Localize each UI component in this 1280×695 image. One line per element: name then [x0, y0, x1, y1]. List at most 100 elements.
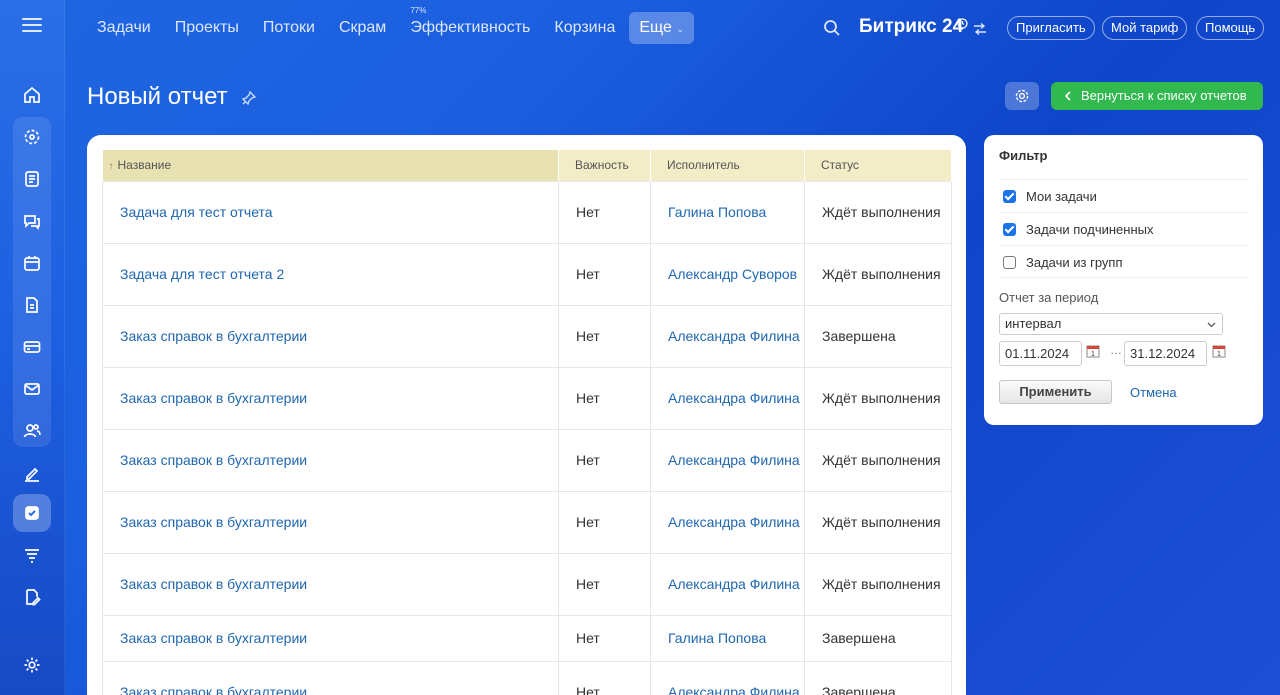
subordinates-checkbox[interactable] [1003, 223, 1016, 236]
assignee-link[interactable]: Галина Попова [650, 180, 805, 244]
filter-option-my-tasks[interactable]: Мои задачи [999, 179, 1248, 212]
tariff-button[interactable]: Мой тариф [1102, 16, 1188, 40]
filter-icon[interactable] [13, 536, 51, 574]
groups-label: Задачи из групп [1026, 255, 1123, 270]
task-name-link[interactable]: Заказ справок в бухгалтерии [102, 614, 559, 662]
home-icon[interactable] [13, 76, 51, 114]
crm-icon[interactable] [13, 118, 51, 156]
help-button[interactable]: Помощь [1196, 16, 1265, 40]
chevron-left-icon [1064, 91, 1071, 101]
switch-icon[interactable] [973, 22, 987, 36]
svg-text:1: 1 [1091, 351, 1095, 358]
tab-more[interactable]: Еще ⌄ [629, 12, 694, 44]
importance-cell: Нет [558, 614, 651, 662]
status-cell: Завершена [804, 660, 952, 695]
tab-tasks[interactable]: Задачи [85, 12, 163, 44]
status-cell: Ждёт выполнения [804, 490, 952, 554]
tab-scrum[interactable]: Скрам [327, 12, 398, 44]
table-row: Заказ справок в бухгалтерии Нет Александ… [102, 428, 952, 492]
date-from-input[interactable]: 01.11.2024 [999, 341, 1082, 366]
status-cell: Ждёт выполнения [804, 180, 952, 244]
settings-icon[interactable] [13, 646, 51, 684]
my-tasks-label: Мои задачи [1026, 189, 1097, 204]
feed-icon[interactable] [13, 160, 51, 198]
importance-cell: Нет [558, 490, 651, 554]
importance-cell: Нет [558, 242, 651, 306]
period-select[interactable]: интервал [999, 313, 1223, 335]
calendar-icon[interactable]: 1 [1086, 344, 1100, 358]
table-row: Заказ справок в бухгалтерии Нет Александ… [102, 366, 952, 430]
clock-icon [957, 18, 968, 29]
column-header-assignee[interactable]: Исполнитель [650, 150, 805, 181]
tab-efficiency[interactable]: 77% Эффективность [398, 6, 542, 44]
chat-icon[interactable] [13, 202, 51, 240]
filter-option-subordinates[interactable]: Задачи подчиненных [999, 212, 1248, 245]
task-name-link[interactable]: Заказ справок в бухгалтерии [102, 552, 559, 616]
assignee-link[interactable]: Александра Филина [650, 366, 805, 430]
nav-tabs: Задачи Проекты Потоки Скрам 77% Эффектив… [85, 6, 694, 44]
cancel-link[interactable]: Отмена [1130, 385, 1177, 400]
filter-option-groups[interactable]: Задачи из групп [999, 245, 1248, 278]
brand-logo[interactable]: Битрикс 24 [859, 16, 963, 38]
column-header-name[interactable]: ↑ Название [102, 150, 559, 181]
table-row: Задача для тест отчета 2 Нет Александр С… [102, 242, 952, 306]
card-icon[interactable] [13, 328, 51, 366]
column-header-importance[interactable]: Важность [558, 150, 651, 181]
date-to-input[interactable]: 31.12.2024 [1124, 341, 1207, 366]
table-row: Заказ справок в бухгалтерии Нет Александ… [102, 490, 952, 554]
back-to-reports-button[interactable]: Вернуться к списку отчетов [1051, 82, 1263, 110]
assignee-link[interactable]: Александра Филина [650, 660, 805, 695]
period-label: Отчет за период [999, 290, 1099, 305]
tab-flows[interactable]: Потоки [251, 12, 327, 44]
filter-panel: Фильтр Мои задачи Задачи подчиненных Зад… [984, 135, 1263, 425]
hamburger-menu-icon[interactable] [22, 18, 42, 38]
tab-more-label: Еще [639, 19, 672, 36]
sort-arrow-icon: ↑ [108, 161, 114, 173]
importance-cell: Нет [558, 366, 651, 430]
date-range-separator: … [1110, 343, 1122, 357]
task-name-link[interactable]: Задача для тест отчета 2 [102, 242, 559, 306]
assignee-link[interactable]: Александра Филина [650, 304, 805, 368]
assignee-link[interactable]: Галина Попова [650, 614, 805, 662]
table-row: Заказ справок в бухгалтерии Нет Александ… [102, 304, 952, 368]
task-name-link[interactable]: Заказ справок в бухгалтерии [102, 660, 559, 695]
task-name-link[interactable]: Задача для тест отчета [102, 180, 559, 244]
task-name-link[interactable]: Заказ справок в бухгалтерии [102, 490, 559, 554]
tab-projects[interactable]: Проекты [163, 12, 251, 44]
sign-icon[interactable] [13, 454, 51, 492]
edit-doc-icon[interactable] [13, 578, 51, 616]
employees-icon[interactable] [13, 412, 51, 450]
efficiency-badge: 77% [410, 6, 427, 15]
status-cell: Ждёт выполнения [804, 428, 952, 492]
settings-button[interactable] [1005, 82, 1039, 110]
task-name-link[interactable]: Заказ справок в бухгалтерии [102, 304, 559, 368]
status-cell: Завершена [804, 614, 952, 662]
svg-text:1: 1 [1217, 351, 1221, 358]
search-icon[interactable] [823, 19, 841, 37]
calendar-icon[interactable]: 1 [1212, 344, 1226, 358]
table-row: Заказ справок в бухгалтерии Нет Александ… [102, 660, 952, 695]
groups-checkbox[interactable] [1003, 256, 1016, 269]
column-header-status[interactable]: Статус [804, 150, 952, 181]
mail-icon[interactable] [13, 370, 51, 408]
assignee-link[interactable]: Александр Суворов [650, 242, 805, 306]
top-navigation: Задачи Проекты Потоки Скрам 77% Эффектив… [65, 0, 1280, 57]
my-tasks-checkbox[interactable] [1003, 190, 1016, 203]
assignee-link[interactable]: Александра Филина [650, 490, 805, 554]
assignee-link[interactable]: Александра Филина [650, 552, 805, 616]
apply-button[interactable]: Применить [999, 380, 1112, 404]
tasks-icon[interactable] [13, 494, 51, 532]
page-title: Новый отчет [87, 83, 228, 110]
tab-trash[interactable]: Корзина [542, 12, 627, 44]
status-cell: Ждёт выполнения [804, 242, 952, 306]
documents-icon[interactable] [13, 286, 51, 324]
calendar-icon[interactable] [13, 244, 51, 282]
task-name-link[interactable]: Заказ справок в бухгалтерии [102, 428, 559, 492]
status-cell: Ждёт выполнения [804, 366, 952, 430]
invite-button[interactable]: Пригласить [1007, 16, 1095, 40]
pin-icon[interactable] [241, 90, 257, 106]
importance-cell: Нет [558, 428, 651, 492]
report-panel: ↑ Название Важность Исполнитель Статус За… [87, 135, 966, 695]
task-name-link[interactable]: Заказ справок в бухгалтерии [102, 366, 559, 430]
assignee-link[interactable]: Александра Филина [650, 428, 805, 492]
